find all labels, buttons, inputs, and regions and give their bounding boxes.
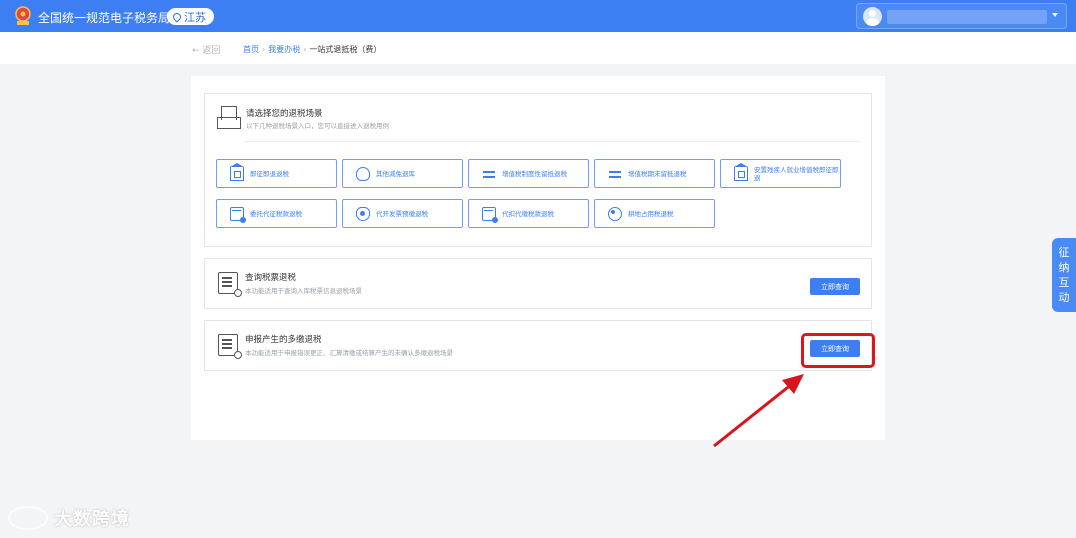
side-tab-char: 互 [1058,276,1070,289]
interaction-side-tab[interactable]: 征 纳 互 动 [1052,238,1076,312]
refund-scene-card: 请选择您的退税场景 以下几种退税场景入口，您可以直接进入退税用例 即征即退退税 … [204,93,872,247]
user-menu[interactable] [856,3,1067,29]
query-card-desc: 本功能适用于查询入库税票信息退税场景 [245,287,362,295]
scene-button-vat-institutional[interactable]: 增值税制度性留抵退税 [468,159,589,188]
document-search-icon [218,272,242,297]
scene-button-label: 代开发票预缴退税 [376,209,428,218]
card-icon [230,206,246,223]
tax-emblem-icon [15,6,31,25]
scene-button-label: 即征即退退税 [250,169,289,178]
side-tab-char: 征 [1058,246,1070,259]
watermark: 大数跨境 [8,505,130,531]
breadcrumb-separator: › [262,45,266,54]
scene-button-label: 安置残疾人就业增值税即征即退 [754,165,839,182]
inbox-tray-icon [217,106,241,129]
breadcrumb-tax-service[interactable]: 我要办税 [268,45,300,54]
top-bar: 全国统一规范电子税务局 江苏 [0,0,1076,32]
query-tax-ticket-card: 查询税票退税 本功能适用于查询入库税票信息退税场景 立即查询 [204,258,872,309]
arrows-icon [482,167,496,181]
user-name-blurred [887,10,1047,24]
watermark-logo-icon [8,506,48,530]
scene-button-label: 增值税制度性留抵退税 [502,169,567,178]
hand-icon [608,206,622,221]
card-icon [482,206,498,223]
building-icon [733,162,748,181]
scene-button-immediate-refund[interactable]: 即征即退退税 [216,159,337,188]
breadcrumb-current: 一站式退抵税（费） [309,45,382,54]
building-icon [229,162,244,181]
breadcrumb-home[interactable]: 首页 [243,45,259,54]
query-card-title: 查询税票退税 [245,273,297,283]
breadcrumb-bar: ← 返回 首页 › 我要办税 › 一站式退抵税（费） [0,32,1076,64]
breadcrumb: 首页 › 我要办税 › 一站式退抵税（费） [243,44,381,55]
back-button[interactable]: ← 返回 [192,43,220,56]
region-label: 江苏 [184,10,206,24]
scene-button-label: 代扣代缴税款退税 [502,209,554,218]
breadcrumb-separator: › [303,45,307,54]
declare-card-title: 申报产生的多缴退税 [245,335,322,345]
avatar [863,7,882,26]
query-now-button[interactable]: 立即查询 [810,278,860,295]
scene-button-farmland-tax[interactable]: 耕地占用税退税 [594,199,715,228]
scene-button-other-reduction[interactable]: 其他减免退库 [342,159,463,188]
region-selector[interactable]: 江苏 [167,8,214,25]
app-title: 全国统一规范电子税务局 [38,11,171,25]
annotation-arrow [713,374,804,448]
arrows-icon [608,167,622,181]
scene-button-withholding[interactable]: 代扣代缴税款退税 [468,199,589,228]
scene-button-label: 增值税期末留抵退税 [628,169,687,178]
side-tab-char: 动 [1058,291,1070,304]
declare-card-desc: 本功能适用于申报错误更正、汇算清缴或结算产生的未确认多缴退税场景 [245,349,453,357]
location-pin-icon [171,10,183,23]
scene-button-vat-period-end[interactable]: 增值税期末留抵退税 [594,159,715,188]
scene-card-desc: 以下几种退税场景入口，您可以直接进入退税用例 [246,122,389,130]
divider [245,141,860,142]
document-search-icon [218,334,242,359]
scene-button-entrusted-collection[interactable]: 委托代征税款退税 [216,199,337,228]
watermark-text: 大数跨境 [54,509,130,530]
scene-button-label: 其他减免退库 [376,169,415,178]
scene-card-title: 请选择您的退税场景 [246,109,323,119]
chevron-down-icon [1052,13,1058,17]
scene-button-invoice-prepaid[interactable]: 代开发票预缴退税 [342,199,463,228]
scene-button-label: 耕地占用税退税 [628,209,674,218]
side-tab-char: 纳 [1058,261,1070,274]
shield-icon [356,206,370,221]
scene-button-disabled-employment[interactable]: 安置残疾人就业增值税即征即退 [720,159,841,188]
bag-icon [356,166,370,181]
scene-button-label: 委托代征税款退税 [250,209,302,218]
